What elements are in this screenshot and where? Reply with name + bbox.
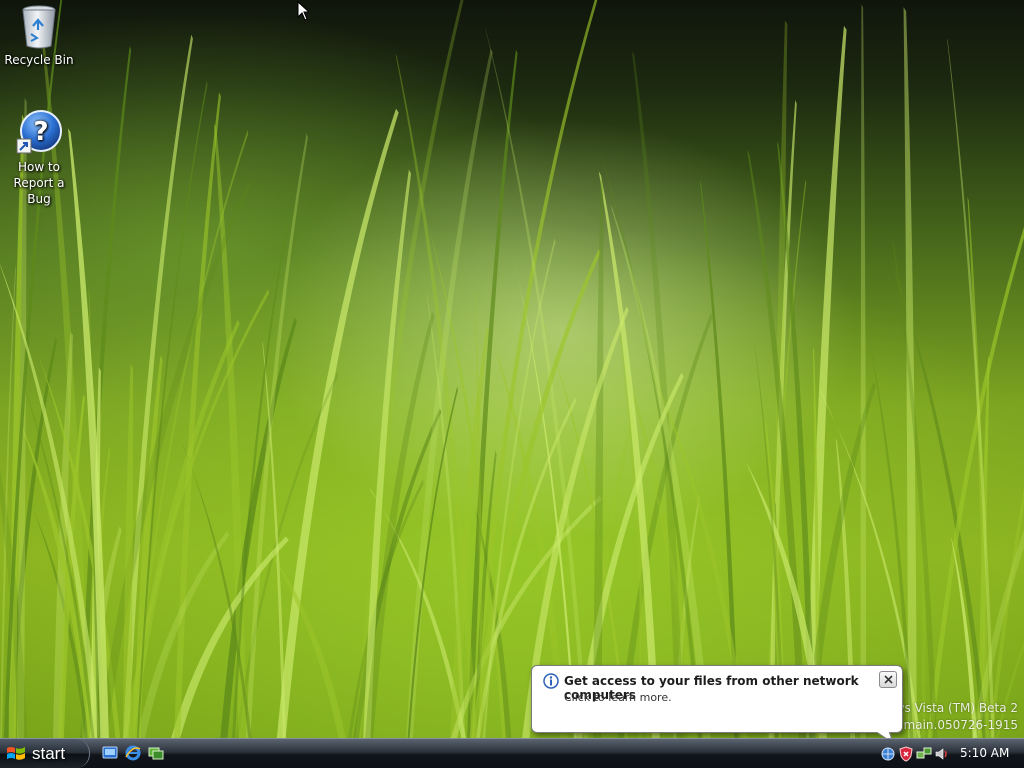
desktop-background: Recycle Bin ? How to Report a Bug dows V… [0, 0, 1024, 738]
recycle-bin-label: Recycle Bin [4, 53, 74, 67]
balloon-close-button[interactable] [879, 671, 897, 688]
grass-blade [860, 3, 867, 738]
info-icon [543, 673, 559, 689]
network-connections-icon[interactable] [916, 746, 932, 762]
volume-icon[interactable] [934, 746, 950, 762]
switch-windows-icon[interactable] [148, 745, 164, 761]
grass-blade [250, 522, 346, 738]
security-center-icon[interactable] [898, 746, 914, 762]
balloon-tail [875, 730, 892, 738]
svg-text:?: ? [33, 117, 48, 147]
report-a-bug-label: How to Report a Bug [13, 160, 65, 206]
grass-blade [98, 181, 251, 738]
show-desktop-icon[interactable] [102, 745, 118, 761]
report-a-bug-shortcut[interactable]: ? How to Report a Bug [0, 109, 78, 207]
recycle-bin-shortcut[interactable]: Recycle Bin [0, 4, 78, 68]
network-icon[interactable] [880, 746, 896, 762]
close-icon [883, 675, 893, 684]
start-label: start [32, 743, 66, 763]
system-tray: 5:10 AM [872, 739, 1024, 768]
grass-blade [610, 204, 711, 738]
start-button[interactable]: start [0, 739, 90, 768]
grass-blade [806, 25, 847, 738]
help-icon: ? [16, 110, 62, 154]
mouse-cursor-icon [297, 1, 309, 21]
recycle-bin-icon [22, 5, 56, 49]
balloon-text[interactable]: Click to learn more. [564, 691, 672, 704]
windows-logo-icon [7, 746, 25, 760]
internet-explorer-icon[interactable] [125, 745, 141, 761]
grass-blade [122, 364, 134, 738]
notification-balloon[interactable]: Get access to your files from other netw… [531, 665, 903, 738]
grass-wallpaper [0, 0, 1024, 738]
grass-blade [245, 133, 308, 738]
taskbar: start 5:10 AM [0, 738, 1024, 768]
clock[interactable]: 5:10 AM [960, 746, 1009, 760]
